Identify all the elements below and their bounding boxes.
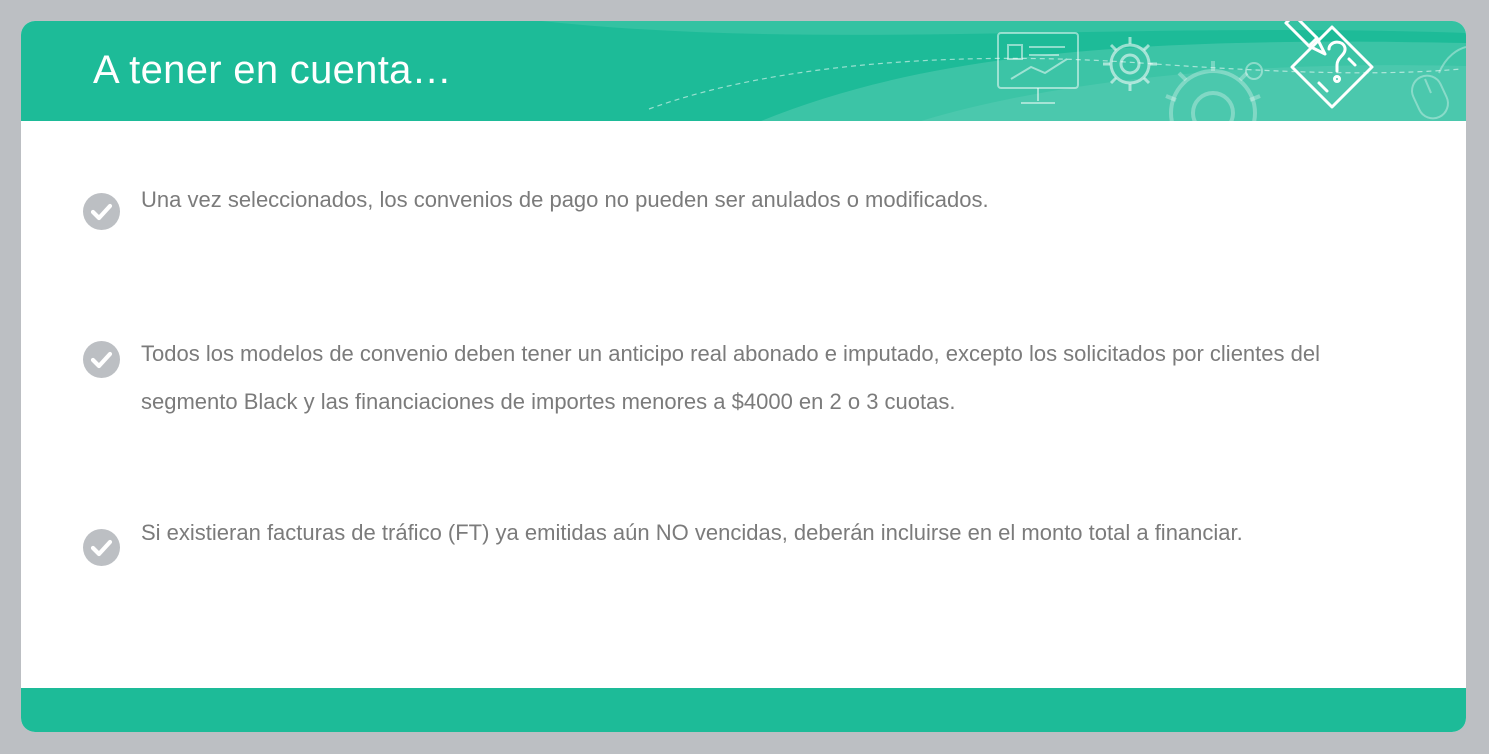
- footer-bar: [21, 688, 1466, 732]
- bullet-text: Una vez seleccionados, los convenios de …: [141, 187, 989, 212]
- pencil-question-icon: [1284, 21, 1374, 109]
- page-title: A tener en cuenta…: [93, 48, 452, 92]
- check-circle-icon: [83, 529, 120, 566]
- header-banner: A tener en cuenta…: [21, 21, 1466, 121]
- check-circle-icon: [83, 193, 120, 230]
- bullet-text: Si existieran facturas de tráfico (FT) y…: [141, 520, 1243, 545]
- slide-card: A tener en cuenta… Una vez seleccionados…: [21, 21, 1466, 732]
- bullet-text: Todos los modelos de convenio deben tene…: [141, 341, 1320, 414]
- check-circle-icon: [83, 341, 120, 378]
